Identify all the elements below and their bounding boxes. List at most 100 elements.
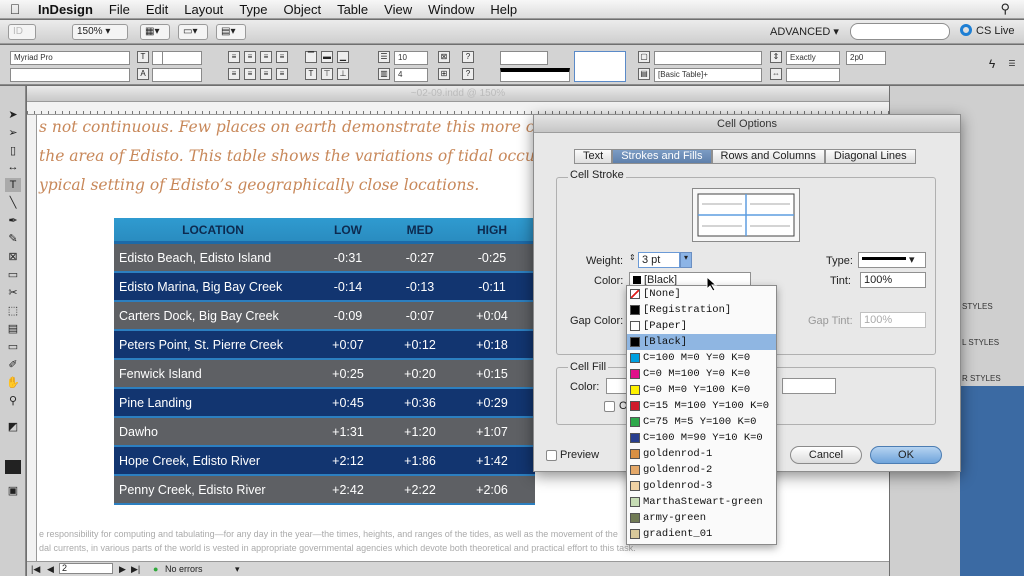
swatch-dropdown-list[interactable]: [None] [Registration] [Paper] [Black] C=100 … — [626, 285, 777, 545]
swatch-item[interactable]: MarthaStewart-green — [627, 494, 776, 510]
swatch-item[interactable]: gradient_01 — [627, 526, 776, 542]
swatch-item[interactable]: [None] — [627, 286, 776, 302]
swatch-item[interactable]: goldenrod-2 — [627, 462, 776, 478]
row-height-value-field[interactable]: 2p0 — [846, 51, 886, 65]
tab-strokes-and-fills[interactable]: Strokes and Fills — [612, 149, 712, 164]
rectangle-tool-icon[interactable]: ▭ — [5, 268, 21, 282]
gradient-tool-icon[interactable]: ▤ — [5, 322, 21, 336]
tab-diagonal-lines[interactable]: Diagonal Lines — [824, 149, 916, 164]
first-page-icon[interactable]: |◀ — [31, 562, 40, 576]
type-tool-icon[interactable]: T — [5, 178, 21, 192]
workspace-switcher[interactable]: ADVANCED ▾ — [770, 25, 839, 38]
row-height-mode-field[interactable]: Exactly — [786, 51, 840, 65]
preflight-menu-icon[interactable]: ▾ — [235, 562, 240, 576]
menu-table[interactable]: Table — [329, 2, 376, 17]
view-options-button[interactable]: ▦▾ — [140, 24, 170, 40]
panel-label-table-styles[interactable]: R STYLES — [962, 374, 1001, 383]
eyedropper-tool-icon[interactable]: ✐ — [5, 358, 21, 372]
font-size-value-field[interactable] — [162, 51, 202, 65]
font-style-field[interactable] — [10, 68, 130, 82]
screen-mode-icon[interactable]: ▣ — [5, 484, 21, 498]
last-page-icon[interactable]: ▶| — [131, 562, 140, 576]
menu-edit[interactable]: Edit — [138, 2, 176, 17]
selection-tool-icon[interactable]: ➤ — [5, 108, 21, 122]
table-row[interactable]: Pine Landing +0:45 +0:36 +0:29 — [114, 389, 535, 418]
panel-label-styles[interactable]: STYLES — [962, 302, 993, 311]
fill-tint-field[interactable] — [782, 378, 836, 394]
cs-live-button[interactable]: CS Live — [960, 24, 1015, 37]
table-style-field[interactable]: [Basic Table]+ — [654, 68, 762, 82]
table-row[interactable]: Dawho +1:31 +1:20 +1:07 — [114, 418, 535, 447]
tide-table[interactable]: LOCATION LOW MED HIGH Edisto Beach, Edis… — [114, 218, 535, 505]
help-icon[interactable]: ? — [462, 51, 474, 63]
free-transform-tool-icon[interactable]: ⬚ — [5, 304, 21, 318]
menu-object[interactable]: Object — [276, 2, 330, 17]
pen-tool-icon[interactable]: ✒ — [5, 214, 21, 228]
panel-label-cell-styles[interactable]: L STYLES — [962, 338, 999, 347]
menu-app[interactable]: InDesign — [30, 2, 101, 17]
cancel-button[interactable]: Cancel — [790, 446, 862, 464]
scissors-tool-icon[interactable]: ✂ — [5, 286, 21, 300]
stroke-type-select[interactable]: ▾ — [858, 252, 926, 268]
overprint-fill-checkbox[interactable] — [604, 401, 615, 412]
fill-swatch-icon[interactable] — [5, 460, 21, 474]
swatch-item[interactable]: C=100 M=0 Y=0 K=0 — [627, 350, 776, 366]
preflight-status[interactable]: No errors — [165, 562, 203, 576]
merge-cells-icon[interactable]: ⊠ — [438, 51, 450, 63]
tab-text[interactable]: Text — [574, 149, 613, 164]
swatch-item[interactable]: [Paper] — [627, 318, 776, 334]
cell-style-field[interactable] — [654, 51, 762, 65]
align-justify-icon[interactable]: ≡ — [276, 51, 288, 63]
columns-field[interactable]: 4 — [394, 68, 428, 82]
line-tool-icon[interactable]: ╲ — [5, 196, 21, 210]
note-tool-icon[interactable]: ▭ — [5, 340, 21, 354]
column-width-field[interactable] — [786, 68, 840, 82]
menu-layout[interactable]: Layout — [176, 2, 231, 17]
direct-selection-tool-icon[interactable]: ➢ — [5, 126, 21, 140]
align-right-icon[interactable]: ≡ — [260, 51, 272, 63]
tab-rows-and-columns[interactable]: Rows and Columns — [711, 149, 825, 164]
swatch-item[interactable]: C=15 M=100 Y=100 K=0 — [627, 398, 776, 414]
align-center-icon[interactable]: ≡ — [244, 51, 256, 63]
apple-icon[interactable]:  — [0, 1, 30, 17]
help-2-icon[interactable]: ? — [462, 68, 474, 80]
stroke-weight-field[interactable] — [500, 51, 548, 65]
stroke-type-field[interactable] — [500, 68, 570, 82]
swatch-item[interactable]: C=0 M=100 Y=0 K=0 — [627, 366, 776, 382]
swatch-item[interactable]: C=100 M=90 Y=10 K=0 — [627, 430, 776, 446]
table-row[interactable]: Peters Point, St. Pierre Creek +0:07 +0:12… — [114, 331, 535, 360]
align-justify-all-icon[interactable]: ≡ — [276, 68, 288, 80]
menu-file[interactable]: File — [101, 2, 138, 17]
tint-field[interactable]: 100% — [860, 272, 926, 288]
menu-help[interactable]: Help — [482, 2, 525, 17]
search-input[interactable] — [850, 23, 950, 40]
table-row[interactable]: Penny Creek, Edisto River +2:42 +2:22 +2:06 — [114, 476, 535, 505]
arrange-documents-button[interactable]: ▤▾ — [216, 24, 246, 40]
font-family-field[interactable]: Myriad Pro — [10, 51, 130, 65]
swatch-item[interactable]: [Registration] — [627, 302, 776, 318]
next-page-icon[interactable]: ▶ — [119, 562, 126, 576]
preview-checkbox[interactable] — [546, 450, 557, 461]
gap-tool-icon[interactable]: ↔ — [5, 160, 21, 174]
zoom-select[interactable]: 150% ▾ — [72, 24, 128, 40]
bridge-button[interactable]: ID — [8, 24, 36, 40]
gap-tint-field[interactable]: 100% — [860, 312, 926, 328]
table-row[interactable]: Edisto Marina, Big Bay Creek -0:14 -0:13 -0… — [114, 273, 535, 302]
table-row[interactable]: Edisto Beach, Edisto Island -0:31 -0:27 -0:… — [114, 244, 535, 273]
unmerge-cells-icon[interactable]: ⊞ — [438, 68, 450, 80]
align-justify-left-icon[interactable]: ≡ — [228, 68, 240, 80]
rotate-90-icon[interactable]: ⊤ — [321, 68, 333, 80]
align-left-icon[interactable]: ≡ — [228, 51, 240, 63]
align-bottom-icon[interactable]: ▁ — [337, 51, 349, 63]
pencil-tool-icon[interactable]: ✎ — [5, 232, 21, 246]
rows-field[interactable]: 10 — [394, 51, 428, 65]
menu-type[interactable]: Type — [231, 2, 275, 17]
leading-field[interactable] — [152, 68, 202, 82]
swatch-item[interactable]: goldenrod-1 — [627, 446, 776, 462]
menu-view[interactable]: View — [376, 2, 420, 17]
spotlight-search-icon[interactable]: ⚲ — [1000, 1, 1010, 17]
align-middle-icon[interactable]: ▬ — [321, 51, 333, 63]
panel-menu-icon[interactable]: ☰ — [1006, 59, 1018, 71]
page-number-field[interactable]: 2 — [59, 563, 113, 574]
swatch-item[interactable]: army-green — [627, 510, 776, 526]
